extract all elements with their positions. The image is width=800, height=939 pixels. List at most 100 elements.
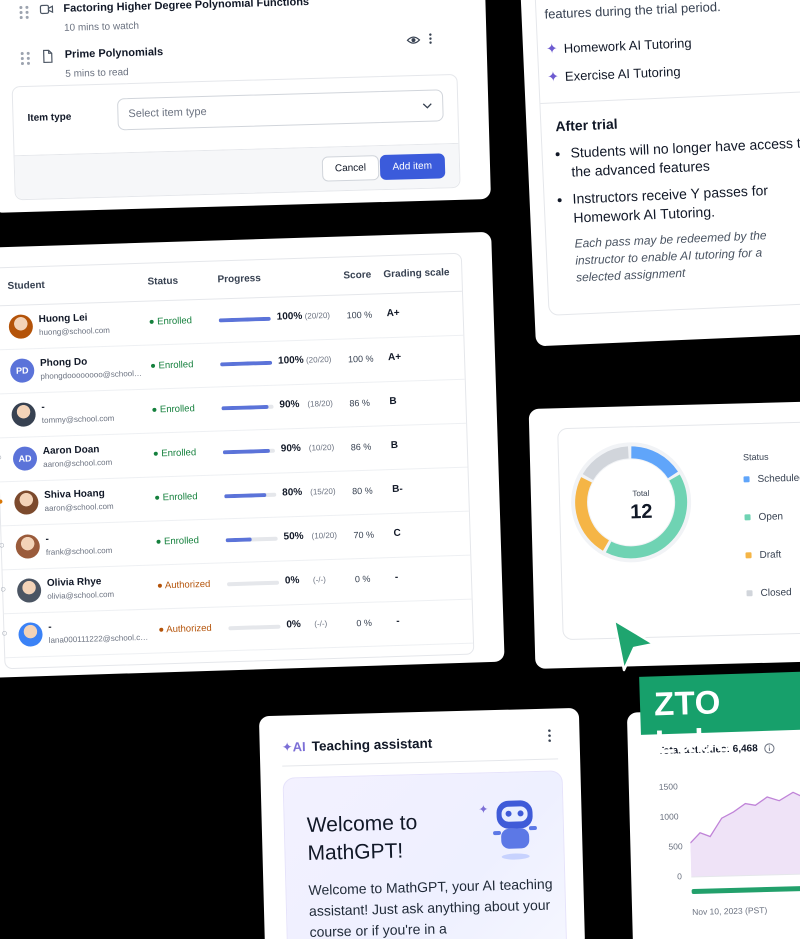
select-placeholder: Select item type [128, 105, 207, 121]
progress-fraction: (18/20) [307, 398, 333, 409]
add-item-button[interactable]: Add item [379, 153, 446, 181]
welcome-panel: Welcome to MathGPT! ✦ Welcome to MathGPT… [282, 770, 568, 939]
progress-bar [226, 580, 280, 587]
rank-icon: ○ [0, 408, 1, 419]
donut-total-label: Total [632, 488, 650, 499]
after-trial-bullet: Instructors receive Y passes for Homewor… [572, 178, 800, 227]
avatar [8, 314, 34, 340]
progress-fraction: (-/-) [312, 575, 326, 585]
student-email: aaron@school.com [44, 501, 114, 513]
gradebook-card: Student Status Progress Score Grading sc… [0, 231, 505, 679]
donut-legend: Scheduled Open Draft Closed [558, 422, 800, 599]
status-badge: ● Enrolled [154, 491, 198, 504]
student-email: olivia@school.com [47, 589, 115, 601]
trial-feature: ✦ Exercise AI Tutoring [546, 63, 681, 85]
legend-label: Closed [760, 587, 792, 599]
student-name[interactable]: Phong Do [40, 357, 88, 369]
divider [540, 90, 800, 104]
progress-bar [224, 492, 277, 499]
legend-heading: Status [742, 451, 769, 463]
eye-icon[interactable] [406, 35, 421, 45]
y-tick-label: 0 [677, 871, 683, 882]
sparkle-icon: ✦ [545, 40, 559, 57]
activities-line-chart [689, 791, 800, 894]
legend-item-scheduled[interactable]: Scheduled [743, 473, 800, 486]
grade-value: B [389, 395, 397, 408]
sparkle-icon: ✦ [546, 68, 560, 85]
welcome-heading: Welcome to MathGPT! [306, 811, 418, 866]
progress-bar [220, 360, 273, 367]
x-axis-label: Nov 10, 2023 (PST) [692, 905, 768, 918]
trial-info-card: features during the trial period. ✦ Homew… [520, 0, 800, 347]
y-tick-label: 500 [668, 841, 683, 852]
after-trial-bullet: Students will no longer have access to t… [570, 133, 800, 182]
rank-icon: ○ [0, 584, 7, 596]
student-name[interactable]: Huong Lei [38, 313, 87, 326]
column-header[interactable]: Progress [217, 273, 261, 285]
column-header[interactable]: Status [147, 276, 178, 288]
more-vertical-icon[interactable] [428, 33, 432, 45]
status-badge: ● Enrolled [148, 315, 193, 328]
progress-percent: 50% [283, 530, 304, 543]
student-name[interactable]: Shiva Hoang [44, 488, 105, 501]
score-value: 80 % [352, 485, 373, 497]
brand-badge: ZTO Labs [639, 671, 800, 760]
item-type-select[interactable]: Select item type [116, 89, 444, 131]
panel-footer: Cancel Add item [14, 142, 460, 200]
grade-value: C [393, 527, 401, 540]
donut-total-value: 12 [629, 500, 653, 524]
score-value: 0 % [356, 617, 373, 629]
document-icon [43, 49, 53, 64]
status-badge: ● Enrolled [151, 403, 195, 416]
student-name[interactable]: - [41, 402, 45, 413]
student-name[interactable]: Olivia Rhye [47, 576, 102, 589]
rank-icon: ○ [0, 452, 3, 464]
avatar [16, 578, 42, 603]
course-items-card: Factoring Higher Degree Polynomial Funct… [0, 0, 491, 213]
student-name[interactable]: - [48, 622, 52, 633]
avatar: PD [9, 358, 35, 383]
avatar [15, 534, 41, 559]
trial-intro: features during the trial period. [544, 0, 721, 22]
student-email: tommy@school.com [41, 413, 115, 426]
medal-icon: ● [0, 496, 4, 508]
column-header[interactable]: Score [343, 270, 371, 282]
score-value: 0 % [354, 573, 371, 585]
progress-bar [228, 624, 281, 631]
legend-item-open[interactable]: Open [744, 511, 783, 523]
status-badge: ● Enrolled [152, 447, 197, 460]
legend-item-closed[interactable]: Closed [746, 587, 792, 599]
course-item[interactable]: Factoring Higher Degree Polynomial Funct… [19, 0, 309, 35]
trial-feature: ✦ Homework AI Tutoring [545, 35, 692, 57]
legend-item-draft[interactable]: Draft [745, 549, 781, 561]
student-email: aaron@school.com [43, 457, 113, 469]
student-name[interactable]: Aaron Doan [43, 444, 100, 457]
avatar [18, 622, 43, 647]
grade-value: A+ [386, 307, 400, 320]
progress-fraction: (10/20) [308, 442, 335, 453]
column-header[interactable]: Student [7, 280, 45, 292]
course-item[interactable]: Prime Polynomials 5 mins to read [20, 46, 164, 81]
column-header[interactable]: Grading scale [383, 267, 449, 280]
item-type-label: Item type [27, 111, 72, 124]
status-chart-panel: Total 12 Status Scheduled Open Draft Closed [557, 421, 800, 641]
trial-note: Each pass may be redeemed by the instruc… [574, 228, 767, 285]
status-badge: ● Enrolled [149, 359, 194, 372]
progress-bar [218, 316, 271, 323]
legend-label: Draft [759, 549, 782, 561]
course-item-meta: 5 mins to read [65, 67, 129, 80]
legend-label: Open [758, 511, 784, 523]
progress-fraction: (20/20) [304, 310, 331, 321]
cancel-button[interactable]: Cancel [321, 155, 380, 182]
status-badge: ● Authorized [158, 622, 212, 636]
drag-handle-icon[interactable] [20, 51, 31, 66]
course-item-title: Prime Polynomials [64, 46, 164, 61]
grade-value: - [396, 615, 400, 627]
avatar [11, 402, 36, 427]
drag-handle-icon[interactable] [19, 5, 29, 20]
student-name[interactable]: - [45, 534, 49, 545]
status-badge: ● Authorized [156, 578, 211, 592]
info-icon[interactable] [764, 743, 775, 754]
gradebook-table: Student Status Progress Score Grading sc… [0, 252, 475, 670]
more-vertical-icon[interactable] [547, 729, 551, 743]
